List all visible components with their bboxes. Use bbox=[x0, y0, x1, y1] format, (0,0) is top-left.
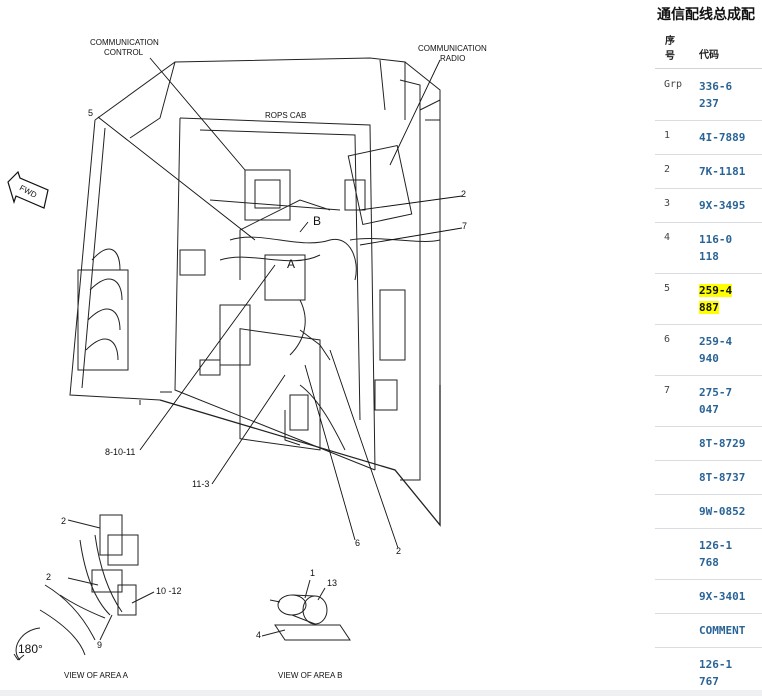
part-number-link[interactable]: 336-6237 bbox=[699, 78, 735, 112]
row-seq: 2 bbox=[664, 164, 671, 175]
table-row: 4 116-0118 bbox=[655, 222, 762, 274]
callout-5: 5 bbox=[88, 108, 93, 118]
label-view-area-b: VIEW OF AREA B bbox=[278, 671, 342, 680]
table-row: 1 4I-7889 bbox=[655, 120, 762, 155]
row-seq: 1 bbox=[664, 130, 671, 141]
label-comm-control-2: CONTROL bbox=[104, 48, 144, 57]
table-row: 126-1767 bbox=[655, 647, 762, 696]
callout-a-2-mid: 2 bbox=[46, 572, 51, 582]
part-number-link[interactable]: COMMENT bbox=[699, 622, 759, 639]
callout-2-bottom: 2 bbox=[396, 546, 401, 556]
part-number-link[interactable]: 116-0118 bbox=[699, 231, 735, 265]
callout-b-4: 4 bbox=[256, 630, 261, 640]
callout-a-2-top: 2 bbox=[61, 516, 66, 526]
label-fwd: FWD bbox=[18, 183, 39, 200]
callout-area-b: B bbox=[313, 214, 321, 228]
callout-6: 6 bbox=[355, 538, 360, 548]
header-seq: 序号 bbox=[665, 36, 675, 62]
row-seq: 7 bbox=[664, 385, 671, 396]
label-view-area-a: VIEW OF AREA A bbox=[64, 671, 129, 680]
row-seq: 3 bbox=[664, 198, 671, 209]
callout-area-a: A bbox=[287, 257, 295, 271]
table-row: 126-1768 bbox=[655, 528, 762, 580]
table-row: 8T-8737 bbox=[655, 460, 762, 495]
panel-title: 通信配线总成配 bbox=[657, 7, 755, 23]
table-row: 6 259-4940 bbox=[655, 324, 762, 376]
row-seq: 5 bbox=[664, 283, 671, 294]
callout-2-top: 2 bbox=[461, 189, 466, 199]
callout-a-10-12: 10 -12 bbox=[156, 586, 182, 596]
label-rotation: 180° bbox=[18, 642, 43, 656]
part-number-link[interactable]: 7K-1181 bbox=[699, 163, 759, 180]
part-number-link[interactable]: 9X-3401 bbox=[699, 588, 759, 605]
part-number-link[interactable]: 9W-0852 bbox=[699, 503, 759, 520]
callout-11-3: 11-3 bbox=[192, 479, 209, 489]
part-number-link[interactable]: 8T-8729 bbox=[699, 435, 759, 452]
table-row: Grp 336-6237 bbox=[655, 69, 762, 121]
row-seq: 6 bbox=[664, 334, 671, 345]
part-number-link[interactable]: 126-1767 bbox=[699, 656, 735, 690]
parts-diagram: COMMUNICATION CONTROL COMMUNICATION RADI… bbox=[7, 38, 487, 680]
callout-a-9: 9 bbox=[97, 640, 102, 650]
table-row: 3 9X-3495 bbox=[655, 188, 762, 223]
table-row: 8T-8729 bbox=[655, 426, 762, 461]
part-number-link[interactable]: 126-1768 bbox=[699, 537, 735, 571]
part-number-link[interactable]: 259-4887 bbox=[699, 282, 735, 316]
table-row: 7 275-7047 bbox=[655, 375, 762, 427]
label-comm-radio-2: RADIO bbox=[440, 54, 465, 63]
table-row: 9X-3401 bbox=[655, 579, 762, 614]
part-number-link[interactable]: 9X-3495 bbox=[699, 197, 759, 214]
table-header: 序号 代码 bbox=[655, 32, 762, 69]
table-row: COMMENT bbox=[655, 613, 762, 648]
callout-b-13: 13 bbox=[327, 578, 337, 588]
row-seq: 4 bbox=[664, 232, 671, 243]
label-comm-control-1: COMMUNICATION bbox=[90, 38, 159, 47]
table-row: 5 259-4887 bbox=[655, 273, 762, 325]
part-number-link[interactable]: 8T-8737 bbox=[699, 469, 759, 486]
row-seq: Grp bbox=[664, 79, 683, 90]
table-row: 9W-0852 bbox=[655, 494, 762, 529]
table-row: 2 7K-1181 bbox=[655, 154, 762, 189]
label-rops-cab: ROPS CAB bbox=[265, 111, 306, 120]
part-number-link[interactable]: 275-7047 bbox=[699, 384, 735, 418]
label-comm-radio-1: COMMUNICATION bbox=[418, 44, 487, 53]
horizontal-scrollbar[interactable] bbox=[0, 690, 762, 696]
part-number-link[interactable]: 4I-7889 bbox=[699, 129, 759, 146]
callout-b-1: 1 bbox=[310, 568, 315, 578]
part-number-highlight: 259-4887 bbox=[699, 284, 733, 314]
callout-8-10-11: 8-10-11 bbox=[105, 447, 135, 457]
parts-list-panel: 通信配线总成配 序号 代码 Grp 336-6237 1 4I-7889 2 7K-118… bbox=[655, 0, 762, 696]
part-number-link[interactable]: 259-4940 bbox=[699, 333, 735, 367]
header-code: 代码 bbox=[699, 50, 719, 61]
callout-7: 7 bbox=[462, 221, 467, 231]
